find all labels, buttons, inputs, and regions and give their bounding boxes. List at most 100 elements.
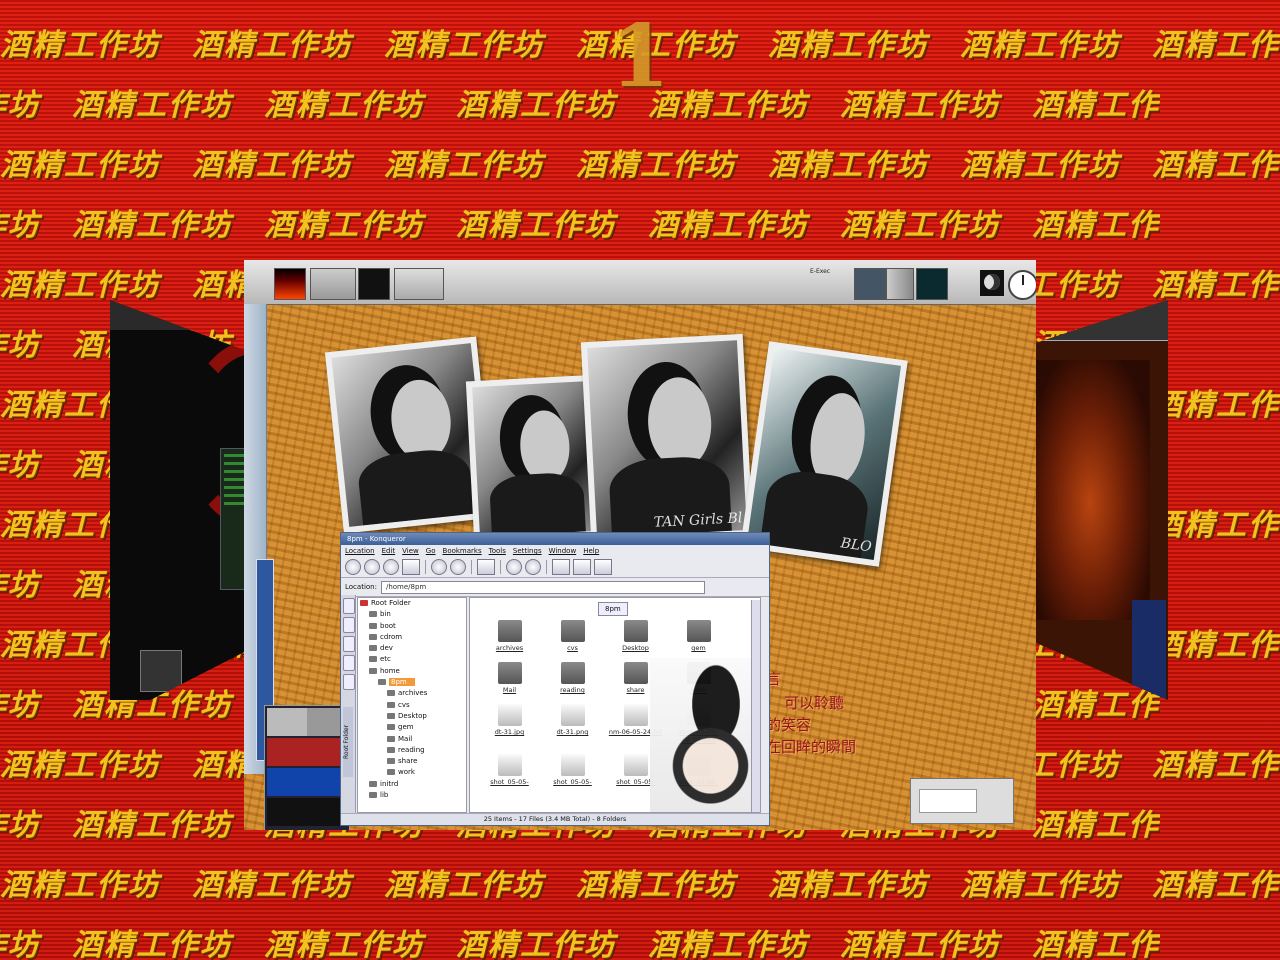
icon-view[interactable]: 8pm archives cvs Desktop gem Mail reading shar…	[469, 597, 761, 813]
detail-view-icon[interactable]	[594, 559, 612, 575]
folder-tree[interactable]: Root Folder bin boot cdrom dev etc home 8pm arch…	[357, 597, 467, 813]
stop-icon[interactable]	[450, 559, 466, 575]
file-item[interactable]: cvs	[541, 620, 604, 652]
file-item[interactable]: shot_05-05-	[541, 754, 604, 786]
menu-bar: Location Edit View Go Bookmarks Tools Settings…	[341, 545, 769, 557]
file-item[interactable]: Desktop	[604, 620, 667, 652]
sidebar-tab-network[interactable]	[343, 655, 355, 671]
konqueror-window[interactable]: 8pm - Konqueror Location Edit View Go Bookma…	[340, 532, 770, 826]
sidebar-tab-bookmarks[interactable]	[343, 598, 355, 614]
file-item[interactable]: Mail	[478, 662, 541, 694]
menu-go[interactable]: Go	[426, 545, 436, 557]
poem-line-4: 在回眸的瞬間	[766, 738, 857, 756]
cube-face-right[interactable]	[1020, 300, 1168, 700]
up-icon[interactable]	[345, 559, 361, 575]
pager-desk-3[interactable]	[267, 738, 307, 766]
tree-item[interactable]: cdrom	[358, 632, 466, 643]
file-item[interactable]: reading	[541, 662, 604, 694]
tree-item[interactable]: Root Folder	[358, 598, 466, 609]
network-monitor-icon[interactable]	[358, 268, 390, 300]
clock-icon[interactable]	[1008, 270, 1036, 300]
folder-icon	[387, 769, 395, 776]
zoom-in-icon[interactable]	[506, 559, 522, 575]
tree-item[interactable]: dev	[358, 643, 466, 654]
tree-item[interactable]: boot	[358, 621, 466, 632]
window-title[interactable]: 8pm - Konqueror	[341, 533, 769, 545]
minimized-window-thumb[interactable]	[910, 778, 1014, 824]
tree-item[interactable]: archives	[358, 688, 466, 699]
sidebar-tab-services[interactable]	[343, 674, 355, 690]
menu-window[interactable]: Window	[549, 545, 577, 557]
memory-meters-icon[interactable]	[310, 268, 356, 300]
file-item[interactable]: archives	[478, 620, 541, 652]
tree-item[interactable]: Mail	[358, 734, 466, 745]
tree-item[interactable]: Desktop	[358, 711, 466, 722]
main-desktop[interactable]: E-Exec TAN Girls Bl BLO 言 可以聆聽 的笑容 在回眸的瞬…	[244, 260, 1036, 830]
sidebar-tab-home[interactable]	[343, 636, 355, 652]
home-icon[interactable]	[402, 559, 420, 575]
file-label: Mail	[502, 686, 517, 694]
menu-edit[interactable]: Edit	[382, 545, 396, 557]
tree-item[interactable]: 8pm	[358, 677, 466, 688]
file-icon	[497, 704, 522, 726]
tree-item-label: lib	[380, 791, 389, 800]
view-tab[interactable]: 8pm	[598, 602, 628, 616]
menu-tools[interactable]: Tools	[489, 545, 506, 557]
system-info-icon[interactable]	[394, 268, 444, 300]
toolbar-separator	[425, 560, 426, 574]
icon-view-scrollbar[interactable]	[751, 600, 760, 812]
pager-desk-5[interactable]	[267, 768, 307, 796]
moon-phase-icon[interactable]	[980, 270, 1004, 296]
pager-desk-1[interactable]	[267, 708, 307, 736]
menu-help[interactable]: Help	[583, 545, 599, 557]
tree-item[interactable]: lib	[358, 790, 466, 801]
desktop-pager[interactable]	[264, 705, 350, 830]
folder-icon	[369, 622, 377, 629]
tree-item[interactable]: initrd	[358, 779, 466, 790]
poem-line-2: 可以聆聽	[784, 694, 845, 712]
forward-icon[interactable]	[383, 559, 399, 575]
menu-location[interactable]: Location	[345, 545, 375, 557]
reload-icon[interactable]	[431, 559, 447, 575]
tree-item[interactable]: bin	[358, 609, 466, 620]
back-icon[interactable]	[364, 559, 380, 575]
pager-desk-7[interactable]	[267, 798, 307, 826]
equalizer-icon[interactable]	[886, 268, 914, 300]
icon-view-icon[interactable]	[552, 559, 570, 575]
tree-item[interactable]: cvs	[358, 700, 466, 711]
file-label: cvs	[567, 644, 578, 652]
tree-item[interactable]: reading	[358, 745, 466, 756]
sidebar-tab-root[interactable]: Root Folder	[343, 707, 353, 777]
menu-settings[interactable]: Settings	[513, 545, 542, 557]
cube-face-left[interactable]	[110, 300, 260, 700]
tree-item-label: initrd	[380, 779, 399, 788]
tree-item[interactable]: work	[358, 767, 466, 778]
print-icon[interactable]	[477, 559, 495, 575]
file-item[interactable]: dt-31.png	[541, 704, 604, 744]
location-input[interactable]: /home/8pm	[380, 580, 705, 594]
tree-item[interactable]: share	[358, 756, 466, 767]
cpu-monitor-icon[interactable]	[274, 268, 306, 300]
toolbar-separator	[546, 560, 547, 574]
tree-item[interactable]: gem	[358, 722, 466, 733]
folder-icon	[369, 656, 377, 663]
tree-item[interactable]: etc	[358, 654, 466, 665]
file-item[interactable]: gem	[667, 620, 730, 652]
sidebar-tab-history[interactable]	[343, 617, 355, 633]
tree-item-label: etc	[380, 655, 391, 664]
folder-icon	[387, 712, 395, 719]
menu-bookmarks[interactable]: Bookmarks	[443, 545, 482, 557]
wave-monitor-icon[interactable]	[916, 268, 948, 300]
menu-view[interactable]: View	[402, 545, 419, 557]
file-item[interactable]: dt-31.jpg	[478, 704, 541, 744]
exec-label: E-Exec	[810, 268, 831, 275]
folder-icon	[497, 620, 522, 642]
file-item[interactable]: shot_05-05-	[478, 754, 541, 786]
zoom-out-icon[interactable]	[525, 559, 541, 575]
folder-icon	[387, 724, 395, 731]
mixer-icon[interactable]	[854, 268, 886, 300]
folder-icon	[378, 679, 386, 686]
tree-item[interactable]: home	[358, 666, 466, 677]
folder-icon	[387, 690, 395, 697]
list-view-icon[interactable]	[573, 559, 591, 575]
